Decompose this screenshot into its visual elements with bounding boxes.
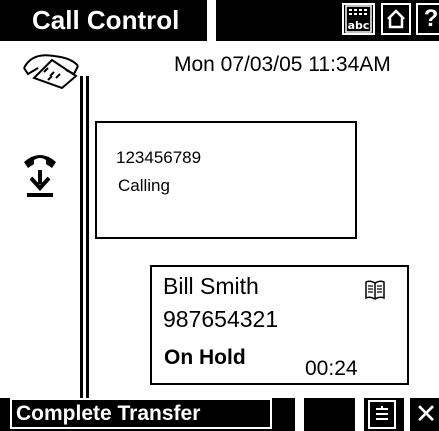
menu-button[interactable] xyxy=(368,400,396,429)
directory-book-icon[interactable] xyxy=(364,279,386,306)
caller-number: 987654321 xyxy=(163,306,279,332)
calling-call-panel[interactable]: 123456789 Calling xyxy=(95,121,357,239)
softkey-divider xyxy=(355,398,364,431)
hold-status: On Hold xyxy=(164,346,246,369)
keyboard-abc-icon: abc xyxy=(345,5,372,33)
calling-status: Calling xyxy=(118,176,170,195)
calling-number: 123456789 xyxy=(116,148,202,167)
call-timer: 00:24 xyxy=(305,357,358,380)
home-button[interactable] xyxy=(381,3,411,35)
close-button[interactable]: ✕ xyxy=(413,399,439,429)
phone-cord-line xyxy=(80,76,83,398)
softkey-divider xyxy=(295,398,304,431)
svg-text:abc: abc xyxy=(348,19,370,32)
help-button[interactable]: ? xyxy=(416,3,439,35)
complete-transfer-button[interactable]: Complete Transfer xyxy=(10,398,272,429)
menu-list-icon xyxy=(376,406,388,420)
caller-name: Bill Smith xyxy=(163,273,259,299)
telephone-icon xyxy=(16,50,88,95)
phone-cord-line xyxy=(86,76,89,398)
title-bar-divider xyxy=(207,0,216,41)
softkey-divider xyxy=(404,398,410,431)
app-title: Call Control xyxy=(32,5,180,35)
hold-handset-icon[interactable] xyxy=(22,150,58,205)
keyboard-button[interactable]: abc xyxy=(342,3,375,35)
held-call-panel[interactable]: Bill Smith 987654321 On Hold 00:24 xyxy=(150,265,409,385)
home-icon xyxy=(387,9,405,29)
date-time-display: Mon 07/03/05 11:34AM xyxy=(174,53,391,76)
